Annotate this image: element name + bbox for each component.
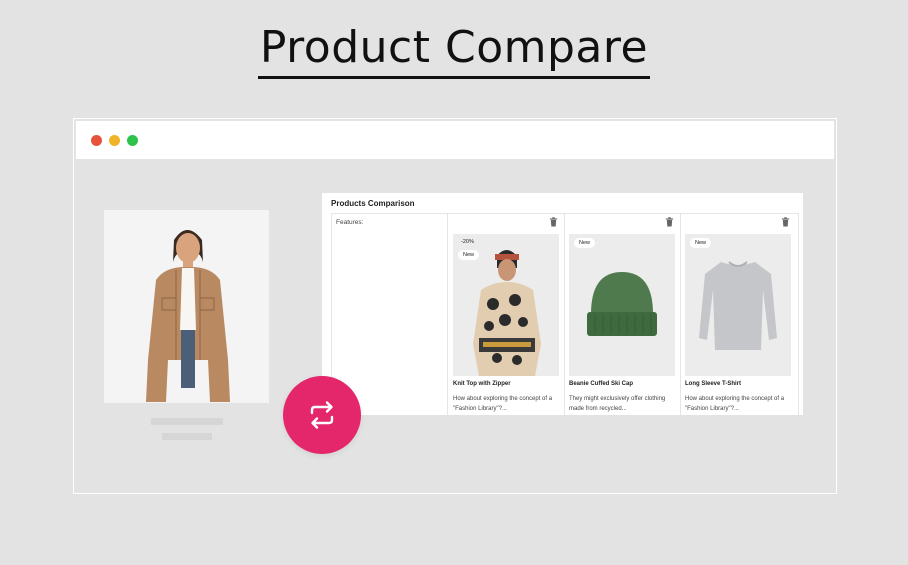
placeholder-line xyxy=(162,433,212,440)
placeholder-line xyxy=(151,418,223,425)
product-card-jacket[interactable] xyxy=(104,210,269,403)
compare-product-column: New Long Sleeve T-Shirt How about explor… xyxy=(680,214,796,415)
green-beanie-image[interactable] xyxy=(569,234,675,376)
product-name[interactable]: Beanie Cuffed Ski Cap xyxy=(569,381,633,387)
trash-icon[interactable] xyxy=(665,217,674,227)
discount-badge: -20% xyxy=(461,239,474,245)
gray-long-sleeve-shirt-image[interactable] xyxy=(685,234,791,376)
close-window-dot[interactable] xyxy=(91,135,102,146)
product-name[interactable]: Long Sleeve T-Shirt xyxy=(685,381,741,387)
features-label: Features: xyxy=(336,219,364,226)
badge-group: -20% New xyxy=(458,237,480,260)
swap-compare-button[interactable] xyxy=(283,376,361,454)
comparison-title: Products Comparison xyxy=(331,199,415,208)
product-name[interactable]: Knit Top with Zipper xyxy=(453,381,511,387)
product-description: How about exploring the concept of a "Fa… xyxy=(453,396,553,412)
maximize-window-dot[interactable] xyxy=(127,135,138,146)
new-badge: New xyxy=(690,238,712,248)
trash-icon[interactable] xyxy=(549,217,558,227)
page-headline: Product Compare xyxy=(0,20,908,79)
minimize-window-dot[interactable] xyxy=(109,135,120,146)
window-titlebar xyxy=(76,121,834,159)
product-description: How about exploring the concept of a "Fa… xyxy=(685,396,785,412)
product-description: They might exclusively offer clothing ma… xyxy=(569,396,666,412)
new-badge: New xyxy=(574,238,596,248)
compare-product-column: New Beanie Cuffed Ski Cap They might exc… xyxy=(564,214,681,415)
products-comparison-panel: Products Comparison Features: -20% New K… xyxy=(322,193,803,415)
badge-group: New xyxy=(574,238,596,248)
jacket-model-image xyxy=(104,210,269,403)
headline-text: Product Compare xyxy=(257,20,651,79)
comparison-table: Features: -20% New Knit Top with Zipper … xyxy=(331,213,799,415)
new-badge: New xyxy=(458,250,480,260)
badge-group: New xyxy=(690,238,712,248)
swap-arrows-icon xyxy=(310,401,334,429)
features-column: Features: xyxy=(332,214,448,415)
trash-icon[interactable] xyxy=(781,217,790,227)
compare-product-column: -20% New Knit Top with Zipper How about … xyxy=(448,214,565,415)
